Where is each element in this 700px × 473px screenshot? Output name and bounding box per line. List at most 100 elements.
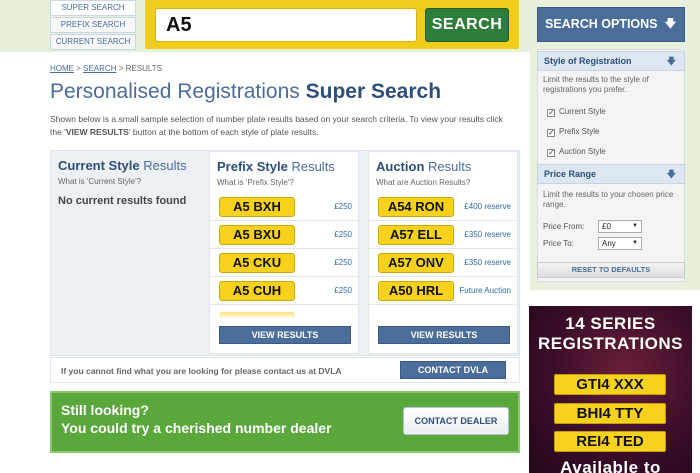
view-auction-results-button[interactable]: VIEW RESULTS <box>378 326 510 344</box>
advert-title-line1: 14 SERIES <box>565 314 656 333</box>
number-plate[interactable]: A5 CUH <box>219 281 295 301</box>
plate-price: £350 reserve <box>464 230 511 239</box>
breadcrumb-separator: > <box>76 64 81 73</box>
plate-price: £250 <box>334 230 352 239</box>
breadcrumb-search[interactable]: SEARCH <box>83 64 116 73</box>
auction-style-checkbox-label: Auction Style <box>559 147 606 156</box>
price-from-label: Price From: <box>543 222 585 231</box>
current-style-heading-light: Results <box>143 158 187 173</box>
chevron-down-icon: ▼ <box>632 240 638 246</box>
auction-results-list: A54 RON £400 reserve A57 ELL £350 reserv… <box>369 193 517 305</box>
list-item[interactable]: A50 HRL Future Auction <box>369 277 517 305</box>
intro-text-2: ' button at the bottom of each style of … <box>128 127 319 137</box>
list-item[interactable]: A5 BXH £250 <box>210 193 358 221</box>
auction-help-link[interactable]: What are Auction Results? <box>376 178 470 187</box>
search-input[interactable] <box>155 8 417 42</box>
checkmark-icon[interactable]: ✓ <box>547 129 555 137</box>
plate-price: £400 reserve <box>464 202 511 211</box>
number-plate[interactable]: A57 ONV <box>378 253 454 273</box>
intro-text: Shown below is a small sample selection … <box>50 113 510 139</box>
prefix-style-heading-bold: Prefix Style <box>217 159 288 174</box>
plate-price: £350 reserve <box>464 258 511 267</box>
plate-price: Future Auction <box>459 286 511 295</box>
auction-heading-light: Results <box>428 159 472 174</box>
advert-footer: Available to <box>560 458 661 473</box>
plate-price: £250 <box>334 202 352 211</box>
list-item[interactable]: A5 BXU £250 <box>210 221 358 249</box>
dvla-text: If you cannot find what you are looking … <box>61 366 342 376</box>
advert-title-line2: REGISTRATIONS <box>537 334 684 353</box>
list-item[interactable]: A57 ONV £350 reserve <box>369 249 517 277</box>
down-arrow-icon: 🡇 <box>666 169 676 179</box>
checkmark-icon[interactable]: ✓ <box>547 109 555 117</box>
still-looking-subtitle: You could try a cherished number dealer <box>61 420 332 436</box>
number-plate[interactable]: A5 BXH <box>219 197 295 217</box>
price-to-value: Any <box>602 239 616 248</box>
search-options-header[interactable]: SEARCH OPTIONS 🡇 <box>537 7 685 42</box>
current-style-heading-bold: Current Style <box>58 158 140 173</box>
number-plate[interactable]: A5 BXU <box>219 225 295 245</box>
auction-heading-bold: Auction <box>376 159 425 174</box>
number-plate[interactable]: A57 ELL <box>378 225 454 245</box>
down-arrow-icon: 🡇 <box>664 18 676 30</box>
price-range-header[interactable]: Price Range 🡇 <box>537 164 685 184</box>
breadcrumb-separator: > <box>118 64 124 73</box>
still-looking-banner: Still looking? You could try a cherished… <box>50 391 520 453</box>
auction-style-checkbox[interactable]: ✓ Auction Style <box>547 147 606 157</box>
contact-dvla-button[interactable]: CONTACT DVLA <box>400 361 506 379</box>
price-from-select[interactable]: £0 ▼ <box>598 220 642 233</box>
current-style-help-link[interactable]: What is 'Current Style'? <box>58 177 141 186</box>
registrations-advert[interactable]: 14 SERIES REGISTRATIONS GTI4 XXX BHI4 TT… <box>529 306 692 473</box>
search-box: SEARCH <box>145 0 519 49</box>
checkmark-icon[interactable]: ✓ <box>547 149 555 157</box>
search-options-title: SEARCH OPTIONS <box>545 17 658 31</box>
price-to-label: Price To: <box>543 239 574 248</box>
breadcrumb-current: RESULTS <box>125 64 162 73</box>
price-help-text: Limit the results to your chosen price r… <box>543 190 674 209</box>
number-plate[interactable]: A50 HRL <box>378 281 454 301</box>
advert-plate: GTI4 XXX <box>554 374 666 395</box>
list-item[interactable]: A5 CUH £250 <box>210 277 358 305</box>
list-item[interactable]: A54 RON £400 reserve <box>369 193 517 221</box>
advert-plate: BHI4 TTY <box>554 403 666 424</box>
current-style-checkbox[interactable]: ✓ Current Style <box>547 107 606 117</box>
no-results-message: No current results found <box>58 195 187 207</box>
style-of-registration-header[interactable]: Style of Registration 🡇 <box>537 51 685 71</box>
dvla-bar: If you cannot find what you are looking … <box>50 357 520 383</box>
tab-prefix-search[interactable]: PREFIX SEARCH <box>50 17 136 33</box>
auction-column: Auction Results What are Auction Results… <box>368 151 518 354</box>
number-plate[interactable]: A54 RON <box>378 197 454 217</box>
reset-to-defaults-button[interactable]: RESET TO DEFAULTS <box>537 262 685 278</box>
page-title: Personalised Registrations Super Search <box>50 80 441 104</box>
tab-super-search[interactable]: SUPER SEARCH <box>50 0 136 16</box>
style-help-text: Limit the results to the style of regist… <box>543 75 649 94</box>
breadcrumb: HOME > SEARCH > RESULTS <box>50 64 162 73</box>
prefix-style-checkbox-label: Prefix Style <box>559 127 600 136</box>
search-tabs: SUPER SEARCH PREFIX SEARCH CURRENT SEARC… <box>50 0 136 51</box>
prefix-results-list: A5 BXH £250 A5 BXU £250 A5 CKU £250 A5 C… <box>210 193 358 305</box>
prefix-style-heading: Prefix Style Results <box>217 159 335 174</box>
search-button[interactable]: SEARCH <box>425 8 509 42</box>
list-item[interactable]: A57 ELL £350 reserve <box>369 221 517 249</box>
view-prefix-results-button[interactable]: VIEW RESULTS <box>219 326 351 344</box>
price-from-value: £0 <box>602 222 611 231</box>
plate-fade-preview <box>219 312 295 319</box>
prefix-style-checkbox[interactable]: ✓ Prefix Style <box>547 127 599 137</box>
plate-price: £250 <box>334 258 352 267</box>
tab-current-search[interactable]: CURRENT SEARCH <box>50 34 136 50</box>
still-looking-title: Still looking? <box>61 402 149 418</box>
number-plate[interactable]: A5 CKU <box>219 253 295 273</box>
price-to-select[interactable]: Any ▼ <box>598 237 642 250</box>
current-style-checkbox-label: Current Style <box>559 107 606 116</box>
down-arrow-icon: 🡇 <box>666 56 676 66</box>
list-item[interactable]: A5 CKU £250 <box>210 249 358 277</box>
current-style-column: Current Style Results What is 'Current S… <box>51 151 201 354</box>
intro-text-bold: VIEW RESULTS <box>65 127 129 137</box>
prefix-style-help-link[interactable]: What is 'Prefix Style'? <box>217 178 294 187</box>
style-of-registration-title: Style of Registration <box>544 56 632 66</box>
page-title-bold: Super Search <box>305 80 442 103</box>
contact-dealer-button[interactable]: CONTACT DEALER <box>403 407 509 435</box>
prefix-style-heading-light: Results <box>291 159 335 174</box>
chevron-down-icon: ▼ <box>632 223 638 229</box>
breadcrumb-home[interactable]: HOME <box>50 64 74 73</box>
